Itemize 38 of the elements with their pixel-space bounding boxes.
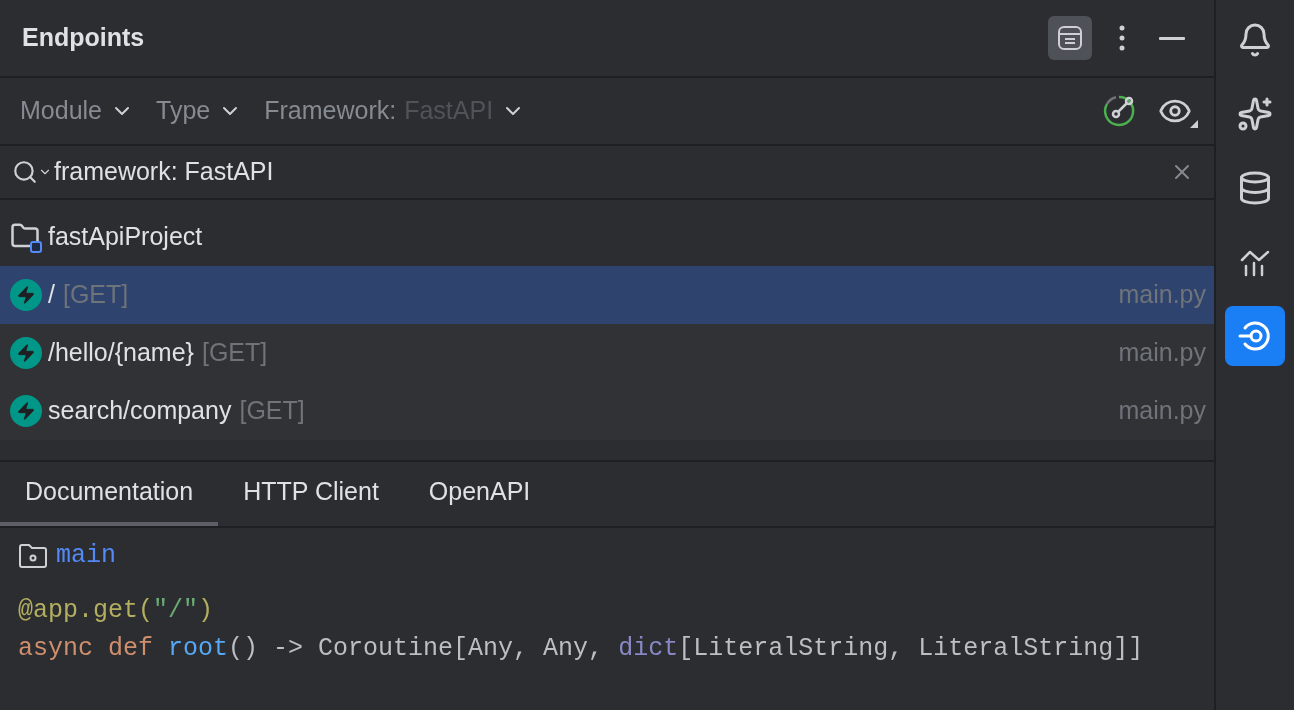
code-line: async def root() -> Coroutine[Any, Any, dict[LiteralString, LiteralString]]: [18, 633, 1145, 665]
file-name: main.py: [1118, 395, 1206, 427]
search-icon: [12, 159, 52, 185]
project-name: fastApiProject: [48, 221, 203, 253]
file-name: main.py: [1118, 337, 1206, 369]
tab[interactable]: HTTP Client: [218, 462, 404, 526]
lightning-icon: [10, 279, 42, 311]
graph-status-icon[interactable]: [1102, 94, 1136, 128]
layout-icon: [1057, 25, 1083, 51]
project-row[interactable]: fastApiProject: [0, 208, 1214, 266]
layout-toggle-button[interactable]: [1048, 16, 1092, 60]
http-method: [GET]: [201, 337, 268, 369]
lightning-icon: [10, 337, 42, 369]
search-field[interactable]: framework: FastAPI: [54, 153, 1170, 191]
panel-title: Endpoints: [22, 22, 145, 54]
tab[interactable]: OpenAPI: [403, 462, 556, 526]
minimize-icon: [1159, 36, 1185, 40]
filter-dropdown[interactable]: Module: [20, 92, 134, 130]
http-method: [GET]: [62, 279, 129, 311]
database-icon: [1237, 170, 1273, 206]
endpoint-row[interactable]: /hello/{name} [GET] main.py: [0, 324, 1214, 382]
folder-icon: [10, 221, 42, 253]
more-icon: [1119, 25, 1125, 51]
bell-icon: [1237, 22, 1273, 58]
sparkles-icon: [1237, 96, 1273, 132]
file-name: main.py: [1118, 279, 1206, 311]
code-line: @app.get("/"): [18, 595, 215, 627]
module-name[interactable]: main: [56, 537, 116, 575]
module-folder-icon: [18, 543, 48, 569]
endpoint-path: search/company: [48, 395, 232, 427]
lightning-icon: [10, 395, 42, 427]
endpoint-row[interactable]: / [GET] main.py: [0, 266, 1214, 324]
endpoint-path: /hello/{name}: [48, 337, 194, 369]
endpoint-row[interactable]: search/company [GET] main.py: [0, 382, 1214, 440]
filter-dropdown[interactable]: Type: [156, 92, 243, 130]
http-method: [GET]: [239, 395, 305, 427]
tool-window-button[interactable]: [1225, 306, 1285, 366]
endpoint-path: /: [48, 279, 55, 311]
